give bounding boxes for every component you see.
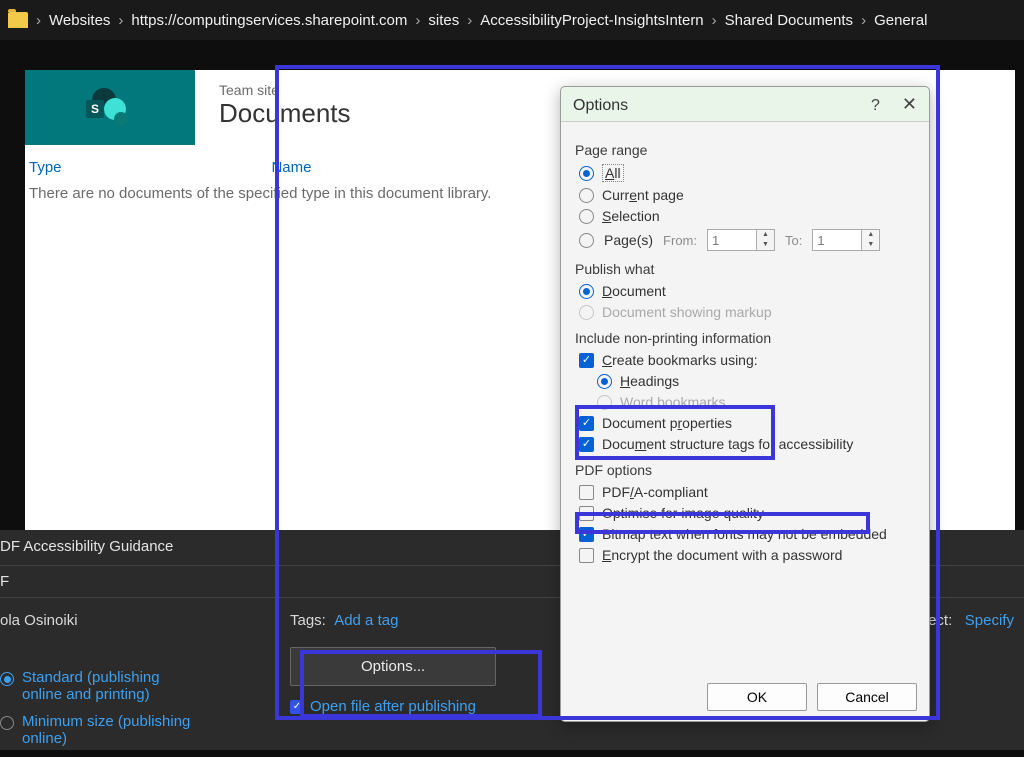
column-header-name[interactable]: Name — [271, 159, 311, 176]
options-button[interactable]: Options... — [290, 647, 496, 686]
crumb-url[interactable]: https://computingservices.sharepoint.com — [131, 12, 407, 29]
chevron-right-icon: › — [415, 12, 420, 29]
specify-link[interactable]: Specify — [965, 612, 1014, 629]
optimize-minimum-radio[interactable]: Minimum size (publishing online) — [0, 713, 250, 747]
chevron-right-icon: › — [467, 12, 472, 29]
create-bookmarks-checkbox[interactable]: Create bookmarks using: — [579, 352, 915, 368]
crumb-general[interactable]: General — [874, 12, 927, 29]
section-page-range: Page range — [575, 142, 915, 158]
ok-button[interactable]: OK — [707, 683, 807, 711]
page-range-current-radio[interactable]: Current page — [579, 187, 915, 203]
optimise-image-checkbox[interactable]: Optimise for image quality — [579, 505, 915, 521]
sharepoint-logo-icon: S — [86, 88, 134, 128]
cancel-button[interactable]: Cancel — [817, 683, 917, 711]
chevron-right-icon: › — [36, 12, 41, 29]
document-properties-checkbox[interactable]: Document properties — [579, 415, 915, 431]
subject-label: ect: — [928, 612, 952, 629]
encrypt-checkbox[interactable]: Encrypt the document with a password — [579, 547, 915, 563]
page-from-spinner[interactable]: ▲▼ — [707, 229, 775, 251]
publish-document-radio[interactable]: Document — [579, 283, 915, 299]
chevron-right-icon: › — [712, 12, 717, 29]
help-icon[interactable]: ? — [871, 97, 880, 115]
page-range-selection-radio[interactable]: Selection — [579, 208, 915, 224]
add-tag-link[interactable]: Add a tag — [334, 612, 398, 629]
page-range-pages-radio[interactable]: Page(s) From: ▲▼ To: ▲▼ — [579, 229, 915, 251]
open-after-publishing-checkbox[interactable]: ✓ Open file after publishing — [290, 698, 570, 715]
chevron-right-icon: › — [118, 12, 123, 29]
section-include: Include non-printing information — [575, 330, 915, 346]
publish-markup-radio: Document showing markup — [579, 304, 915, 320]
breadcrumb: › Websites › https://computingservices.s… — [0, 0, 1024, 40]
close-icon[interactable]: ✕ — [902, 97, 917, 115]
folder-icon — [8, 12, 28, 28]
chevron-right-icon: › — [861, 12, 866, 29]
section-pdf-options: PDF options — [575, 462, 915, 478]
column-header-type[interactable]: Type — [29, 159, 267, 176]
bookmarks-headings-radio[interactable]: Headings — [597, 373, 915, 389]
page-to-spinner[interactable]: ▲▼ — [812, 229, 880, 251]
section-publish-what: Publish what — [575, 261, 915, 277]
structure-tags-checkbox[interactable]: Document structure tags for accessibilit… — [579, 436, 915, 452]
crumb-shared[interactable]: Shared Documents — [725, 12, 853, 29]
tags-label: Tags: — [290, 612, 326, 629]
bitmap-text-checkbox[interactable]: Bitmap text when fonts may not be embedd… — [579, 526, 915, 542]
crumb-sites[interactable]: sites — [428, 12, 459, 29]
crumb-websites[interactable]: Websites — [49, 12, 110, 29]
pdfa-checkbox[interactable]: PDF/A-compliant — [579, 484, 915, 500]
page-range-all-radio[interactable]: All — [579, 164, 915, 182]
optimize-standard-radio[interactable]: Standard (publishing online and printing… — [0, 669, 250, 703]
options-dialog: Options ? ✕ Page range All Current page … — [560, 86, 930, 722]
bookmarks-word-radio: Word bookmarks — [597, 394, 915, 410]
dialog-titlebar: Options ? ✕ — [561, 87, 929, 122]
team-site-label: Team site — [219, 82, 351, 98]
dialog-title: Options — [573, 97, 628, 115]
site-logo-band: S — [25, 70, 195, 145]
author-name: ola Osinoiki — [0, 612, 250, 629]
crumb-project[interactable]: AccessibilityProject-InsightsIntern — [480, 12, 703, 29]
page-title: Documents — [219, 98, 351, 129]
